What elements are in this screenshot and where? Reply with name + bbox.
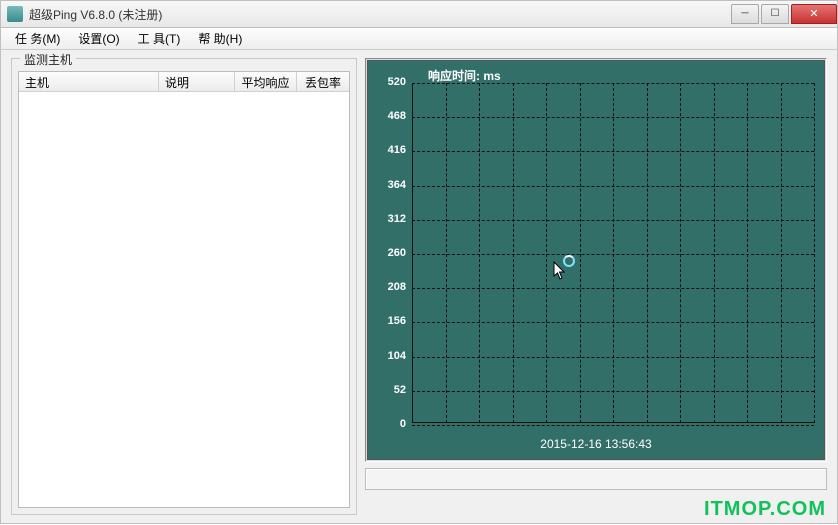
y-tick-label: 52	[372, 384, 406, 396]
close-button[interactable]: ✕	[791, 4, 837, 24]
client-area: 监测主机 主机 说明 平均响应 丢包率 响应时间: ms 2015-12-16 …	[0, 50, 838, 524]
y-tick-label: 208	[372, 281, 406, 293]
maximize-button[interactable]: ☐	[761, 4, 789, 24]
window-buttons: ─ ☐ ✕	[729, 4, 837, 24]
grid-line-v	[513, 83, 514, 423]
chart-timestamp: 2015-12-16 13:56:43	[368, 437, 824, 451]
hosts-column-header: 主机 说明 平均响应 丢包率	[19, 72, 349, 92]
maximize-icon: ☐	[771, 9, 780, 19]
minimize-icon: ─	[741, 9, 748, 19]
col-loss[interactable]: 丢包率	[297, 72, 349, 92]
grid-line-v	[479, 83, 480, 423]
y-tick-label: 260	[372, 247, 406, 259]
hosts-group-title: 监测主机	[20, 51, 76, 68]
y-tick-label: 312	[372, 213, 406, 225]
col-host[interactable]: 主机	[19, 72, 159, 92]
app-icon	[7, 6, 23, 22]
y-tick-label: 416	[372, 144, 406, 156]
window-title: 超级Ping V6.8.0 (未注册)	[29, 6, 729, 23]
chart-panel: 响应时间: ms 2015-12-16 13:56:43 0 52 104 156 20…	[361, 50, 837, 523]
grid-line-v	[781, 83, 782, 423]
grid-line-v	[814, 83, 815, 423]
y-tick-label: 104	[372, 350, 406, 362]
mouse-cursor	[553, 261, 567, 281]
y-tick-label: 364	[372, 179, 406, 191]
col-avg[interactable]: 平均响应	[235, 72, 297, 92]
grid-line-v	[546, 83, 547, 423]
close-icon: ✕	[809, 9, 818, 20]
hosts-groupbox: 监测主机 主机 说明 平均响应 丢包率	[11, 58, 357, 515]
col-desc[interactable]: 说明	[159, 72, 235, 92]
hosts-panel: 监测主机 主机 说明 平均响应 丢包率	[1, 50, 361, 523]
menu-config[interactable]: 设置(O)	[70, 27, 127, 50]
titlebar: 超级Ping V6.8.0 (未注册) ─ ☐ ✕	[0, 0, 838, 28]
grid-line-v	[714, 83, 715, 423]
menu-tool[interactable]: 工 具(T)	[130, 27, 189, 50]
grid-line-v	[580, 83, 581, 423]
response-time-chart: 响应时间: ms 2015-12-16 13:56:43 0 52 104 156 20…	[367, 60, 825, 460]
chart-title: 响应时间: ms	[428, 67, 501, 84]
grid-line-v	[613, 83, 614, 423]
menubar: 任 务(M) 设置(O) 工 具(T) 帮 助(H)	[0, 28, 838, 50]
chart-frame: 响应时间: ms 2015-12-16 13:56:43 0 52 104 156 20…	[365, 58, 827, 462]
y-tick-label: 468	[372, 110, 406, 122]
grid-line-v	[446, 83, 447, 423]
grid-line-v	[680, 83, 681, 423]
menu-task[interactable]: 任 务(M)	[7, 27, 68, 50]
grid-line-v	[647, 83, 648, 423]
busy-spinner-icon	[563, 255, 575, 267]
grid-line-v	[747, 83, 748, 423]
grid-line-v	[412, 83, 413, 423]
menu-help[interactable]: 帮 助(H)	[190, 27, 250, 50]
y-tick-label: 520	[372, 76, 406, 88]
y-tick-label: 0	[372, 418, 406, 430]
hosts-listview[interactable]: 主机 说明 平均响应 丢包率	[18, 71, 350, 508]
status-bar	[365, 468, 827, 490]
y-tick-label: 156	[372, 315, 406, 327]
minimize-button[interactable]: ─	[731, 4, 759, 24]
hosts-listbody[interactable]	[19, 92, 349, 507]
grid-line-h	[412, 425, 814, 426]
